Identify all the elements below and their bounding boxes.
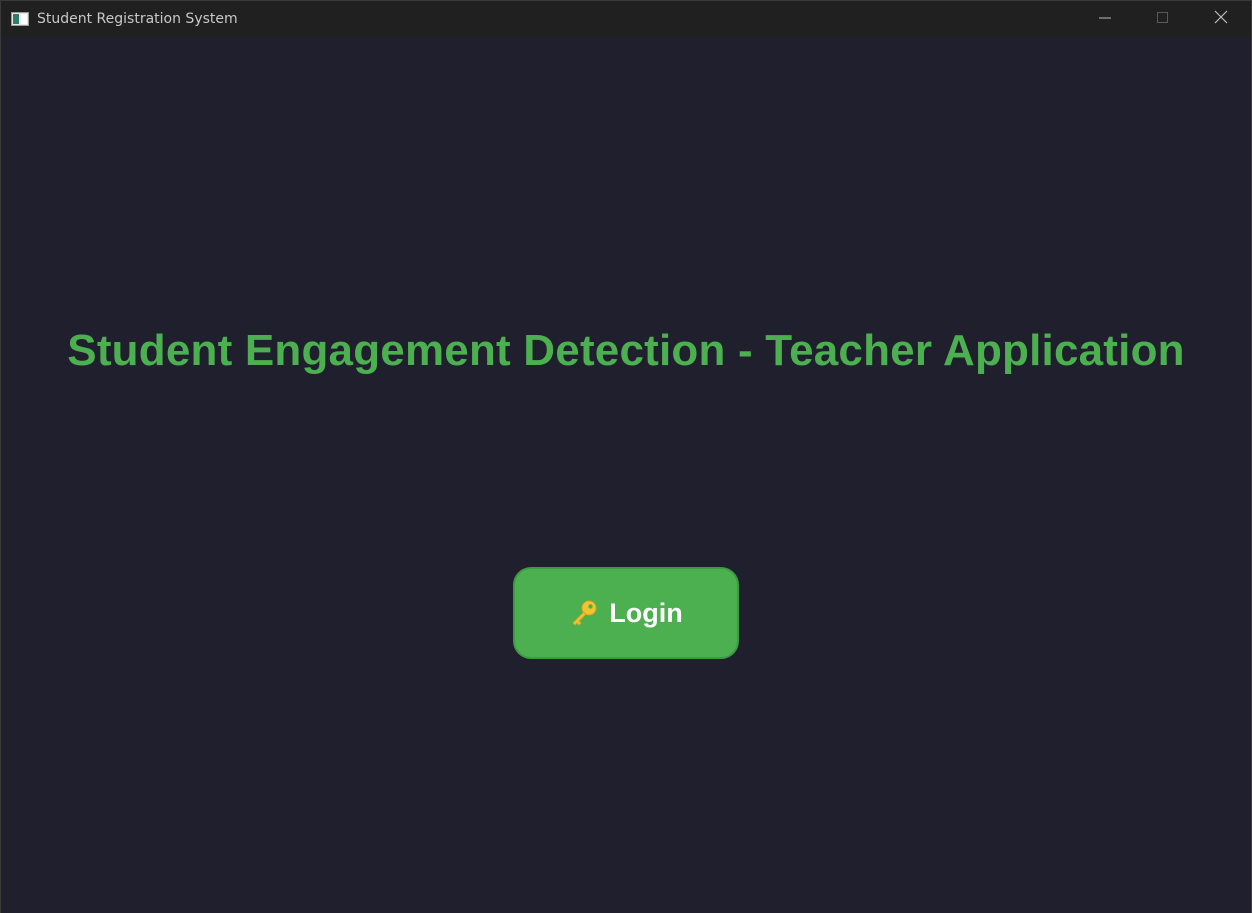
title-bar[interactable]: Student Registration System	[1, 1, 1251, 38]
page-title: Student Engagement Detection - Teacher A…	[67, 326, 1185, 375]
window-title: Student Registration System	[37, 11, 238, 27]
close-icon	[1214, 10, 1228, 29]
key-icon	[569, 598, 599, 628]
close-button[interactable]	[1192, 1, 1250, 38]
app-window: Student Registration System Student Enga…	[0, 0, 1252, 913]
minimize-button[interactable]	[1076, 1, 1134, 38]
maximize-icon	[1157, 11, 1169, 29]
main-content: Student Engagement Detection - Teacher A…	[1, 38, 1251, 913]
maximize-button[interactable]	[1134, 1, 1192, 38]
login-button-content: Login	[569, 597, 683, 629]
login-button[interactable]: Login	[513, 567, 739, 659]
minimize-icon	[1099, 11, 1111, 29]
window-app-icon	[11, 12, 29, 26]
login-button-label: Login	[609, 597, 683, 628]
